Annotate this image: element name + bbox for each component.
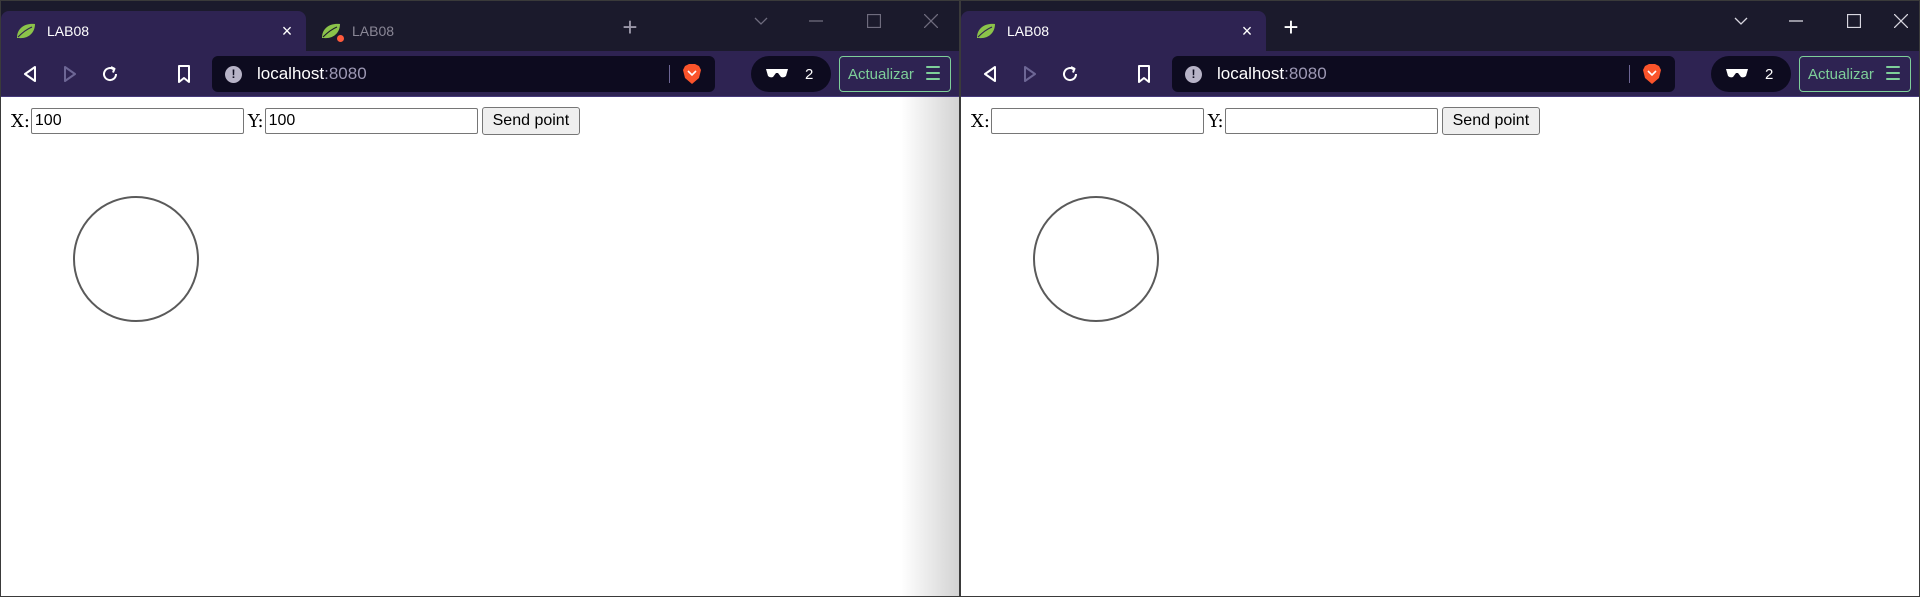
address-divider [669,65,670,83]
tab-title: LAB08 [47,23,90,39]
browser-window-left: LAB08 × LAB08 + ! localhost:8080 2 Actua… [0,0,960,597]
tab-strip: LAB08 × + [961,1,1919,51]
glasses-icon [1725,66,1749,83]
tab-lab08-active[interactable]: LAB08 × [1,11,306,51]
url-text: localhost:8080 [1217,64,1327,84]
forward-icon[interactable] [1017,61,1043,87]
x-label: X: [11,110,30,132]
update-button[interactable]: Actualizar [839,56,951,92]
x-label: X: [971,110,990,132]
update-label: Actualizar [1808,65,1874,83]
menu-icon[interactable] [1886,66,1900,82]
new-tab-button[interactable]: + [1278,14,1304,41]
reload-icon[interactable] [97,61,123,87]
url-text: localhost:8080 [257,64,367,84]
close-window-icon[interactable] [911,7,951,35]
tab-strip: LAB08 × LAB08 + [1,1,959,51]
tab-lab08-active[interactable]: LAB08 × [961,11,1266,51]
back-icon[interactable] [977,61,1003,87]
tab-search-chevron-icon[interactable] [741,7,781,35]
y-label: Y: [247,110,264,132]
address-bar[interactable]: ! localhost:8080 [1172,56,1675,92]
close-tab-icon[interactable]: × [278,22,296,40]
tab-title: LAB08 [352,23,395,39]
page-content: X: Y: Send point [961,97,1919,596]
y-label: Y: [1207,110,1224,132]
close-tab-icon[interactable]: × [1238,22,1256,40]
point-form: X: Y: Send point [11,107,581,135]
private-windows-badge[interactable]: 2 [1711,56,1791,92]
drawn-circle [1033,196,1159,322]
tab-lab08-inactive[interactable]: LAB08 [306,11,606,51]
update-label: Actualizar [848,65,914,83]
bookmark-icon[interactable] [1131,61,1157,87]
back-icon[interactable] [17,61,43,87]
minimize-icon[interactable] [796,7,836,35]
site-info-icon[interactable]: ! [225,65,242,83]
private-count: 2 [805,65,814,83]
site-info-icon[interactable]: ! [1185,65,1202,83]
private-count: 2 [1765,65,1774,83]
recording-dot-icon [337,35,344,42]
tab-search-chevron-icon[interactable] [1721,7,1761,35]
toolbar: ! localhost:8080 2 Actualizar [961,51,1919,97]
y-input[interactable] [1224,108,1438,134]
send-point-button[interactable]: Send point [481,107,581,135]
url-port: :8080 [1284,64,1327,83]
y-input[interactable] [264,108,478,134]
toolbar: ! localhost:8080 2 Actualizar [1,51,959,97]
url-host: localhost [257,64,325,83]
desktop: LAB08 × LAB08 + ! localhost:8080 2 Actua… [0,0,1920,597]
spring-leaf-icon [975,22,997,40]
address-bar[interactable]: ! localhost:8080 [212,56,715,92]
forward-icon[interactable] [57,61,83,87]
bookmark-icon[interactable] [171,61,197,87]
tab-title: LAB08 [1007,23,1050,39]
private-windows-badge[interactable]: 2 [751,56,831,92]
url-port: :8080 [324,64,367,83]
address-divider [1629,65,1630,83]
x-input[interactable] [30,108,244,134]
maximize-icon[interactable] [854,7,894,35]
spring-leaf-icon [320,22,344,42]
browser-window-right: LAB08 × + ! localhost:8080 2 Actualizar … [960,0,1920,597]
spring-leaf-icon [15,22,37,40]
brave-shields-icon[interactable] [1642,63,1662,85]
url-host: localhost [1217,64,1285,83]
drawn-circle [73,196,199,322]
update-button[interactable]: Actualizar [1799,56,1911,92]
new-tab-button[interactable]: + [617,14,643,41]
point-form: X: Y: Send point [971,107,1541,135]
send-point-button[interactable]: Send point [1441,107,1541,135]
close-window-icon[interactable] [1881,7,1919,35]
minimize-icon[interactable] [1776,7,1816,35]
brave-shields-icon[interactable] [682,63,702,85]
x-input[interactable] [990,108,1204,134]
glasses-icon [765,66,789,83]
reload-icon[interactable] [1057,61,1083,87]
menu-icon[interactable] [926,66,940,82]
maximize-icon[interactable] [1834,7,1874,35]
page-content: X: Y: Send point [1,97,959,596]
